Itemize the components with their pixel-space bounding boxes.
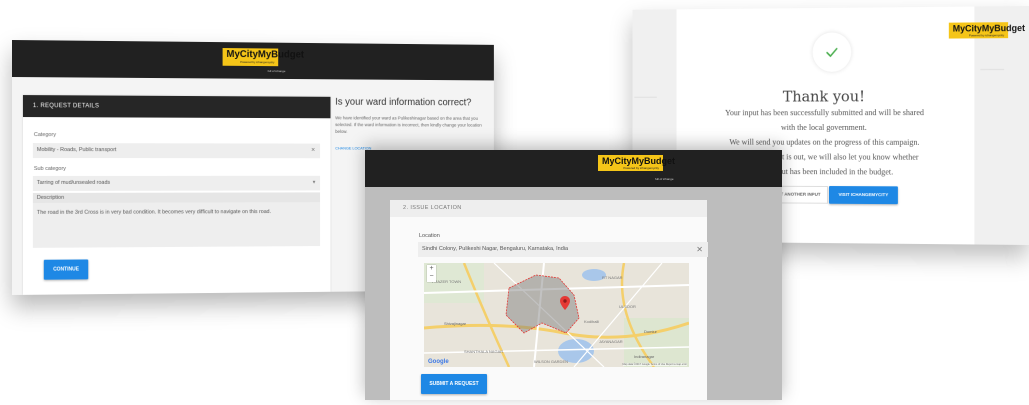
map-zoom-control: + − — [427, 265, 436, 282]
section-title: 2. ISSUE LOCATION — [390, 200, 707, 217]
svg-text:ULSOOR: ULSOOR — [619, 304, 636, 309]
svg-text:FRAZER TOWN: FRAZER TOWN — [432, 279, 461, 284]
svg-text:RT NAGAR: RT NAGAR — [602, 275, 623, 280]
ghost-text: ▬▬▬▬▬▬ — [634, 93, 657, 99]
sub-category-label: Sub category — [33, 166, 66, 172]
chevron-down-icon: ▾ — [312, 179, 316, 186]
zoom-in-button[interactable]: + — [427, 265, 436, 273]
background-page-right: ▬▬▬▬▬▬ — [974, 6, 1029, 245]
location-value: Sindhi Colony, Pulikeshi Nagar, Bengalur… — [422, 246, 569, 252]
brand-logo[interactable]: MyCityMyBudget Powered by ichangemycity — [222, 48, 304, 67]
submit-request-button[interactable]: SUBMIT A REQUEST — [421, 374, 487, 394]
description-label: Description — [36, 194, 65, 201]
svg-text:Shivajinagar: Shivajinagar — [444, 321, 467, 326]
brand-logo-text: MyCityMyBudget — [226, 49, 305, 61]
close-icon[interactable]: ✕ — [696, 242, 703, 257]
brand-logo-text: MyCityMyBudget — [602, 156, 676, 166]
sub-category-value: Tarring of mud/unsealed roads — [36, 179, 111, 186]
category-label: Category — [33, 132, 57, 139]
svg-text:WILSON GARDEN: WILSON GARDEN — [534, 359, 568, 364]
location-label: Location — [419, 233, 440, 239]
ward-text: We have identified your ward as Pulikesh… — [335, 115, 482, 134]
svg-text:Kodihalli: Kodihalli — [584, 319, 599, 324]
brand-tagline: Powered by ichangemycity — [968, 34, 1005, 38]
section-title: 1. REQUEST DETAILS — [22, 95, 331, 119]
ward-title: Is your ward information correct? — [335, 96, 472, 109]
thank-you-title: Thank you! — [782, 87, 865, 106]
description-textarea[interactable]: The road in the 3rd Cross is in very bad… — [32, 202, 321, 248]
message-line: Your input has been successfully submitt… — [725, 108, 924, 118]
sub-category-select[interactable]: Tarring of mud/unsealed roads ▾ — [32, 175, 321, 191]
map-attribution[interactable]: Map data ©2017 Google Terms of Use Repor… — [622, 363, 687, 366]
brand-note: full of ichange — [655, 177, 674, 181]
visit-ichangemycity-button[interactable]: VISIT ICHANGEMYCITY — [829, 186, 898, 205]
brand-logo-text: MyCityMyBudget — [952, 23, 1026, 34]
category-value: Mobility - Roads, Public transport — [36, 147, 117, 154]
brand-tagline: Powered by ichangemycity — [623, 167, 659, 170]
issue-location-card: MyCityMyBudget Powered by ichangemycity … — [365, 150, 782, 400]
brand-logo[interactable]: MyCityMyBudget Powered by ichangemycity — [598, 155, 675, 171]
clear-icon[interactable]: ✕ — [311, 144, 315, 159]
google-logo: Google — [428, 359, 449, 365]
svg-text:Domlur: Domlur — [644, 329, 658, 334]
success-badge — [812, 32, 852, 72]
request-form: 1. REQUEST DETAILS Category Mobility - R… — [22, 95, 331, 295]
top-bar: MyCityMyBudget Powered by ichangemycity … — [12, 40, 494, 81]
svg-text:SHANTHALA NAGAR: SHANTHALA NAGAR — [464, 349, 503, 354]
brand-note: full of ichange — [267, 69, 286, 74]
category-select[interactable]: Mobility - Roads, Public transport ✕ — [32, 143, 321, 159]
continue-button[interactable]: CONTINUE — [43, 259, 89, 280]
svg-text:JAYANAGAR: JAYANAGAR — [599, 339, 623, 344]
brand-tagline: Powered by ichangemycity — [240, 60, 275, 65]
description-value: The road in the 3rd Cross is in very bad… — [36, 209, 272, 216]
svg-text:Indiranagar: Indiranagar — [634, 354, 655, 359]
message-line: with the local government. — [780, 123, 867, 132]
brand-logo[interactable]: MyCityMyBudget Powered by ichangemycity — [948, 22, 1025, 39]
ghost-text: ▬▬▬▬▬▬ — [980, 66, 1005, 72]
location-map[interactable]: FRAZER TOWN RT NAGAR Shivajinagar SHANTH… — [424, 263, 689, 367]
check-icon — [824, 44, 839, 60]
map-pin-icon[interactable] — [560, 296, 570, 310]
location-form: 2. ISSUE LOCATION Location Sindhi Colony… — [390, 200, 708, 400]
location-input[interactable]: Sindhi Colony, Pulikeshi Nagar, Bengalur… — [418, 242, 708, 257]
message-line: We will send you updates on the progress… — [729, 137, 920, 147]
zoom-out-button[interactable]: − — [427, 273, 436, 281]
map-canvas[interactable]: FRAZER TOWN RT NAGAR Shivajinagar SHANTH… — [424, 263, 689, 367]
top-bar: MyCityMyBudget Powered by ichangemycity … — [365, 150, 782, 187]
